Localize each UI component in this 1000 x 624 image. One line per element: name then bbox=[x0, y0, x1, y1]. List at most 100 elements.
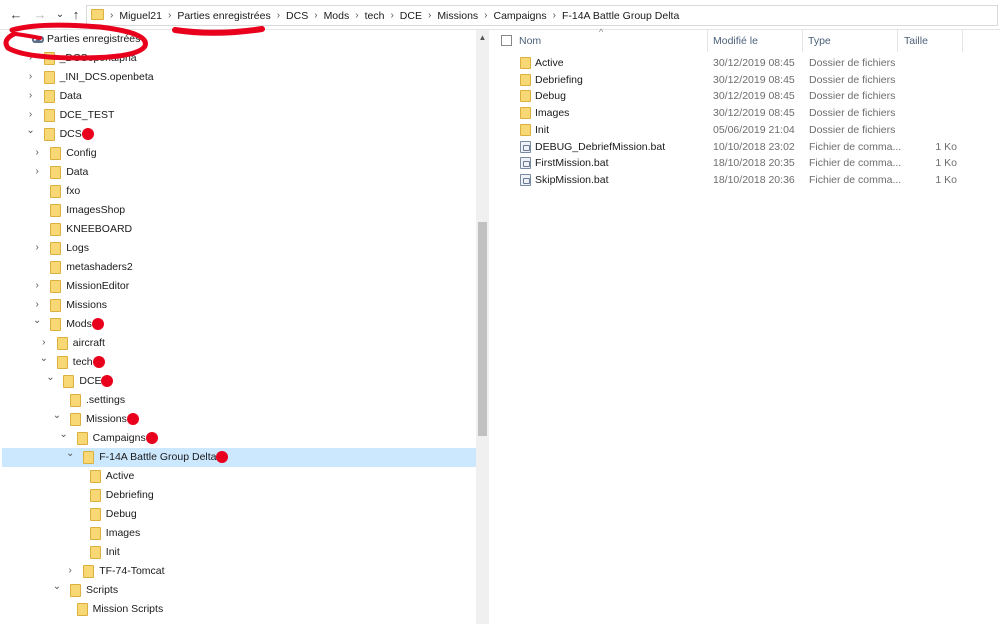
breadcrumb-separator-icon[interactable]: › bbox=[352, 10, 361, 21]
breadcrumb-item[interactable]: Mods bbox=[321, 10, 353, 22]
breadcrumb-item[interactable]: Campaigns bbox=[491, 10, 550, 22]
tree-item[interactable]: ⌄ Mods bbox=[2, 315, 476, 334]
tree-item[interactable]: › _INI_DCS.openbeta bbox=[2, 68, 476, 87]
chevron-right-icon[interactable]: › bbox=[65, 565, 75, 577]
breadcrumb-separator-icon[interactable]: › bbox=[550, 10, 559, 21]
chevron-right-icon[interactable]: › bbox=[32, 242, 42, 254]
chevron-down-icon[interactable]: ⌄ bbox=[52, 410, 62, 422]
column-header-size[interactable]: Taille bbox=[904, 35, 928, 47]
file-row[interactable]: Debriefing 30/12/2019 08:45 Dossier de fic… bbox=[489, 72, 1000, 89]
breadcrumb-separator-icon[interactable]: › bbox=[165, 10, 174, 21]
chevron-right-icon[interactable]: › bbox=[39, 337, 49, 349]
folder-icon bbox=[50, 318, 62, 331]
breadcrumb-item[interactable]: tech bbox=[362, 10, 388, 22]
tree-item-label: Images bbox=[105, 527, 141, 539]
address-field[interactable]: › Miguel21 › Parties enregistrées › DCS › Mods ›… bbox=[86, 5, 998, 26]
breadcrumb-separator-icon[interactable]: › bbox=[425, 10, 434, 21]
tree-item[interactable]: Init bbox=[2, 543, 476, 562]
tree-item[interactable]: › DCE_TEST bbox=[2, 106, 476, 125]
tree-item[interactable]: .settings bbox=[2, 391, 476, 410]
file-row[interactable]: SkipMission.bat 18/10/2018 20:36 Fichier d… bbox=[489, 172, 1000, 189]
breadcrumb-item[interactable]: Missions bbox=[434, 10, 481, 22]
tree-item[interactable]: ⌄ DCE bbox=[2, 372, 476, 391]
tree-item[interactable]: Mission Scripts bbox=[2, 600, 476, 619]
chevron-down-icon[interactable]: ⌄ bbox=[59, 429, 69, 441]
file-name: FirstMission.bat bbox=[535, 157, 609, 170]
scroll-up-icon[interactable]: ▲ bbox=[476, 32, 489, 44]
column-divider[interactable] bbox=[802, 30, 803, 52]
tree-item[interactable]: ImagesShop bbox=[2, 201, 476, 220]
tree-item[interactable]: ⌄ DCS bbox=[2, 125, 476, 144]
recent-locations-icon[interactable]: ⌄ bbox=[52, 7, 68, 23]
tree-item[interactable]: ⌄ F-14A Battle Group Delta bbox=[2, 448, 476, 467]
tree-item[interactable]: fxo bbox=[2, 182, 476, 201]
column-divider[interactable] bbox=[962, 30, 963, 52]
chevron-right-icon[interactable]: › bbox=[32, 147, 42, 159]
chevron-right-icon[interactable]: › bbox=[32, 299, 42, 311]
tree-item-label: Campaigns bbox=[92, 432, 146, 444]
tree-item[interactable]: ⌄ Missions bbox=[2, 410, 476, 429]
breadcrumb-separator-icon[interactable]: › bbox=[107, 10, 116, 21]
chevron-right-icon[interactable]: › bbox=[32, 166, 42, 178]
file-row[interactable]: Debug 30/12/2019 08:45 Dossier de fichiers bbox=[489, 88, 1000, 105]
column-header-name[interactable]: Nom bbox=[519, 35, 541, 47]
breadcrumb-separator-icon[interactable]: › bbox=[274, 10, 283, 21]
file-row[interactable]: Active 30/12/2019 08:45 Dossier de fichier… bbox=[489, 55, 1000, 72]
chevron-down-icon[interactable]: ⌄ bbox=[45, 372, 55, 384]
chevron-right-icon[interactable]: › bbox=[26, 109, 36, 121]
column-header-modified[interactable]: Modifié le bbox=[713, 35, 758, 47]
tree-scrollbar[interactable]: ▲ bbox=[476, 30, 489, 624]
tree-item[interactable]: › aircraft bbox=[2, 334, 476, 353]
tree-item[interactable]: › Logs bbox=[2, 239, 476, 258]
column-header-type[interactable]: Type bbox=[808, 35, 831, 47]
chevron-down-icon[interactable]: ⌄ bbox=[32, 315, 42, 327]
breadcrumb-separator-icon[interactable]: › bbox=[387, 10, 396, 21]
column-divider[interactable] bbox=[707, 30, 708, 52]
tree-item[interactable]: › Data bbox=[2, 87, 476, 106]
tree-item-label: .settings bbox=[86, 394, 126, 406]
file-modified: 10/10/2018 23:02 bbox=[713, 140, 795, 153]
file-list: ^ Nom Modifié le Type Taille Active 30/12… bbox=[489, 27, 1000, 624]
tree-item[interactable]: Debriefing bbox=[2, 486, 476, 505]
breadcrumb-item[interactable]: DCE bbox=[397, 10, 425, 22]
column-divider[interactable] bbox=[897, 30, 898, 52]
tree-item[interactable]: › Config bbox=[2, 144, 476, 163]
tree-item[interactable]: Debug bbox=[2, 505, 476, 524]
breadcrumb-item[interactable]: Parties enregistrées bbox=[174, 10, 273, 22]
tree-item[interactable]: › TF-74-Tomcat bbox=[2, 562, 476, 581]
chevron-down-icon[interactable]: ⌄ bbox=[65, 448, 75, 460]
tree-item[interactable]: › _DCSopenalpha bbox=[2, 49, 476, 68]
breadcrumb-separator-icon[interactable]: › bbox=[311, 10, 320, 21]
tree-item[interactable]: ⌄ Campaigns bbox=[2, 429, 476, 448]
breadcrumb-item[interactable]: F-14A Battle Group Delta bbox=[559, 10, 682, 22]
tree-item[interactable]: Active bbox=[2, 467, 476, 486]
tree-item[interactable]: Parties enregistrées bbox=[2, 30, 476, 49]
file-row[interactable]: Init 05/06/2019 21:04 Dossier de fichiers bbox=[489, 122, 1000, 139]
forward-arrow-icon[interactable]: → bbox=[32, 7, 48, 23]
file-row[interactable]: Images 30/12/2019 08:45 Dossier de fichier… bbox=[489, 105, 1000, 122]
back-arrow-icon[interactable]: ← bbox=[8, 7, 24, 23]
chevron-right-icon[interactable]: › bbox=[26, 71, 36, 83]
scrollbar-thumb[interactable] bbox=[478, 222, 487, 436]
tree-item[interactable]: ⌄ Scripts bbox=[2, 581, 476, 600]
breadcrumb-item[interactable]: DCS bbox=[283, 10, 311, 22]
file-row[interactable]: FirstMission.bat 18/10/2018 20:35 Fichier … bbox=[489, 155, 1000, 172]
tree-item[interactable]: › MissionEditor bbox=[2, 277, 476, 296]
chevron-right-icon[interactable]: › bbox=[26, 52, 36, 64]
tree-item[interactable]: Images bbox=[2, 524, 476, 543]
chevron-right-icon[interactable]: › bbox=[26, 90, 36, 102]
chevron-right-icon[interactable]: › bbox=[32, 280, 42, 292]
tree-item[interactable]: metashaders2 bbox=[2, 258, 476, 277]
chevron-down-icon[interactable]: ⌄ bbox=[39, 353, 49, 365]
tree-item[interactable]: ⌄ tech bbox=[2, 353, 476, 372]
tree-item[interactable]: KNEEBOARD bbox=[2, 220, 476, 239]
chevron-down-icon[interactable]: ⌄ bbox=[26, 125, 36, 137]
select-all-checkbox[interactable] bbox=[501, 35, 512, 46]
up-arrow-icon[interactable]: ↑ bbox=[68, 7, 84, 23]
file-row[interactable]: DEBUG_DebriefMission.bat 10/10/2018 23:02… bbox=[489, 139, 1000, 156]
tree-item[interactable]: › Data bbox=[2, 163, 476, 182]
chevron-down-icon[interactable]: ⌄ bbox=[52, 581, 62, 593]
breadcrumb-separator-icon[interactable]: › bbox=[481, 10, 490, 21]
breadcrumb-item[interactable]: Miguel21 bbox=[116, 10, 165, 22]
tree-item[interactable]: › Missions bbox=[2, 296, 476, 315]
